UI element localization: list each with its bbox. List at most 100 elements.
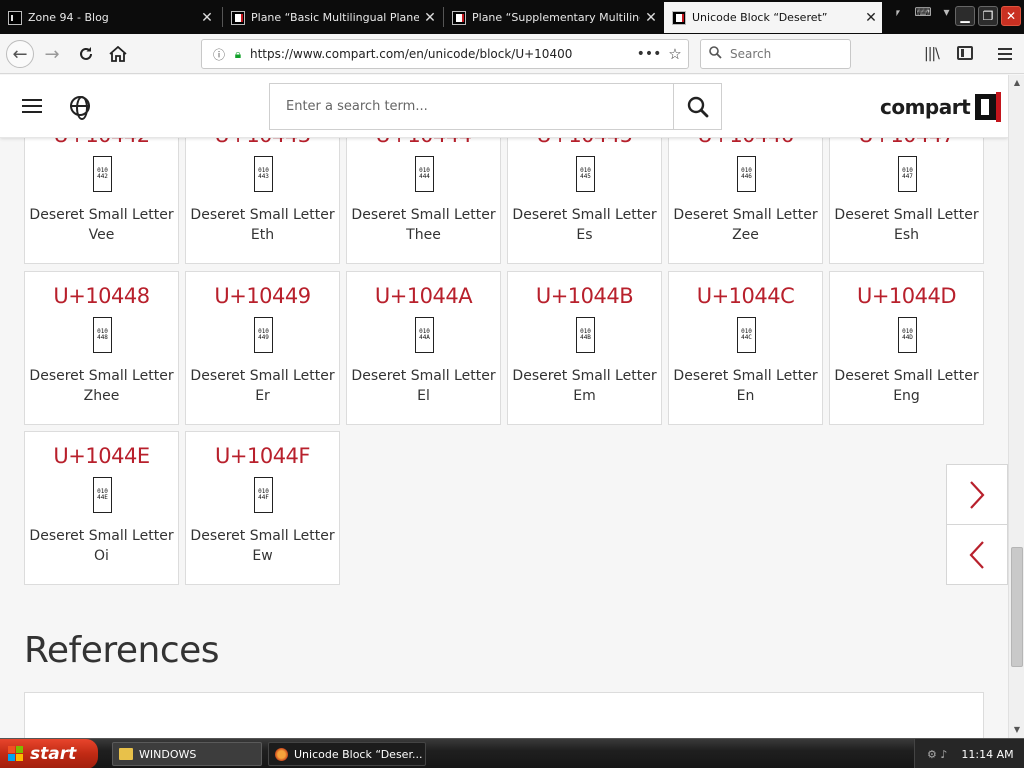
code-point: U+1044D [856,284,957,308]
code-point: U+1044F [215,444,311,468]
char-name: Deseret Small Letter Vee [29,207,174,243]
char-name: Deseret Small Letter Er [190,368,335,404]
home-button[interactable] [104,40,132,68]
site-search-button[interactable] [673,84,721,129]
site-menu-icon[interactable] [22,99,42,113]
reload-icon [80,47,92,60]
site-search-input[interactable] [270,84,673,129]
scrollbar-thumb[interactable] [1011,547,1023,667]
page-actions-menu-icon[interactable]: ••• [636,46,662,62]
previous-block-button[interactable] [946,524,1008,585]
char-name: Deseret Small Letter Eth [190,207,335,243]
scroll-down-arrow-icon[interactable]: ▼ [1009,722,1024,738]
page-viewport: compart U+10442 010442 Deseret Small Let… [0,75,1008,738]
tab-unicode-block-deseret[interactable]: Unicode Block “Deseret” ✕ [664,2,882,33]
char-name: Deseret Small Letter Zee [673,207,818,243]
glyph-placeholder-icon: 010 442 [93,156,112,192]
search-icon [687,96,708,117]
glyph-placeholder-icon: 010 44D [898,317,917,353]
glyph-placeholder-icon: 010 449 [254,317,273,353]
references-panel [24,692,984,738]
compart-logo[interactable]: compart [880,91,1002,123]
language-globe-icon[interactable] [70,96,90,120]
char-card-1044e[interactable]: U+1044E 010 44E Deseret Small Letter Oi [24,431,179,585]
tab-close-icon[interactable]: ✕ [860,10,882,26]
reload-button[interactable] [72,40,100,68]
compart-favicon-icon [452,10,466,25]
char-name: Deseret Small Letter Eng [834,368,979,404]
clock[interactable]: 11:14 AM [961,748,1013,761]
chevron-left-icon [969,540,984,569]
char-name: Deseret Small Letter Ew [190,528,335,564]
char-card-1044f[interactable]: U+1044F 010 44F Deseret Small Letter Ew [185,431,340,585]
forward-button[interactable]: → [38,40,66,68]
start-label: start [30,744,77,764]
tab-zone94-blog[interactable]: Zone 94 - Blog ✕ [0,2,218,33]
firefox-icon [275,747,288,761]
task-label: Unicode Block “Deser... [294,747,423,761]
back-button[interactable]: ← [6,40,34,68]
char-card-1044c[interactable]: U+1044C 010 44C Deseret Small Letter En [668,271,823,425]
home-icon [109,46,127,62]
tab-close-icon[interactable]: ✕ [419,10,441,26]
browser-menu-icon[interactable] [998,48,1012,60]
char-card-1044b[interactable]: U+1044B 010 44B Deseret Small Letter Em [507,271,662,425]
tab-basic-multilingual-plane[interactable]: Plane “Basic Multilingual Plane” ✕ [223,2,441,33]
page-scrollbar[interactable]: ▲ ▼ [1008,75,1024,738]
char-card-10449[interactable]: U+10449 010 449 Deseret Small Letter Er [185,271,340,425]
glyph-placeholder-icon: 010 446 [737,156,756,192]
system-tray: ⚙ ♪ 11:14 AM [914,739,1024,768]
glyph-placeholder-icon: 010 444 [415,156,434,192]
compart-favicon-icon [231,10,245,25]
tab-close-icon[interactable]: ✕ [196,10,218,26]
taskbar-item-windows-folder[interactable]: WINDOWS [112,742,262,766]
glyph-placeholder-icon: 010 44F [254,477,273,513]
restore-window-button[interactable]: ❐ [978,6,998,26]
close-window-button[interactable]: ✕ [1001,6,1021,26]
browser-tab-strip: Zone 94 - Blog ✕ Plane “Basic Multilingu… [0,0,1024,34]
tab-close-icon[interactable]: ✕ [640,10,662,26]
glyph-placeholder-icon: 010 44B [576,317,595,353]
bookmark-star-icon[interactable]: ☆ [662,45,688,63]
search-icon [709,46,722,62]
char-name: Deseret Small Letter El [351,368,496,404]
char-name: Deseret Small Letter En [673,368,818,404]
tab-title: Zone 94 - Blog [28,11,109,24]
chevron-right-icon [970,480,985,509]
char-card-10448[interactable]: U+10448 010 448 Deseret Small Letter Zhee [24,271,179,425]
glyph-placeholder-icon: 010 44C [737,317,756,353]
glyph-placeholder-icon: 010 44E [93,477,112,513]
start-button[interactable]: start [0,739,98,768]
browser-search-placeholder: Search [730,47,772,61]
site-search [269,83,722,130]
scroll-up-arrow-icon[interactable]: ▲ [1009,75,1024,91]
windows-flag-icon [8,746,24,762]
glyph-placeholder-icon: 010 443 [254,156,273,192]
minimize-window-button[interactable]: ▁ [955,6,975,26]
tab-supplementary-multilingual-plane[interactable]: Plane “Supplementary Multilingual ✕ [444,2,662,33]
folder-icon [119,748,133,760]
char-card-1044d[interactable]: U+1044D 010 44D Deseret Small Letter Eng [829,271,984,425]
code-point: U+1044B [535,284,634,308]
char-name: Deseret Small Letter Esh [834,207,979,243]
secure-lock-icon[interactable]: 🔒︎ [230,47,246,62]
next-block-button[interactable] [946,464,1008,525]
tab-title: Plane “Basic Multilingual Plane” [251,11,419,24]
code-point: U+1044A [374,284,473,308]
url-text[interactable]: https://www.compart.com/en/unicode/block… [250,47,636,61]
browser-search-box[interactable]: Search [700,39,851,69]
address-bar[interactable]: ⓘ 🔒︎ https://www.compart.com/en/unicode/… [201,39,689,69]
logo-wordmark: compart [880,95,971,119]
tray-network-volume-icons[interactable]: ⚙ ♪ [927,748,947,761]
sidebar-toggle-icon[interactable] [957,46,973,60]
windows-taskbar: start WINDOWS Unicode Block “Deser... ⚙ … [0,738,1024,768]
char-card-1044a[interactable]: U+1044A 010 44A Deseret Small Letter El [346,271,501,425]
taskbar-item-firefox[interactable]: Unicode Block “Deser... [268,742,426,766]
char-name: Deseret Small Letter Oi [29,528,174,564]
glyph-placeholder-icon: 010 447 [898,156,917,192]
char-name: Deseret Small Letter Zhee [29,368,174,404]
library-icon[interactable]: |||\ [924,46,940,62]
site-header: compart [0,75,1008,138]
code-point: U+10448 [53,284,150,308]
site-info-icon[interactable]: ⓘ [208,46,230,63]
